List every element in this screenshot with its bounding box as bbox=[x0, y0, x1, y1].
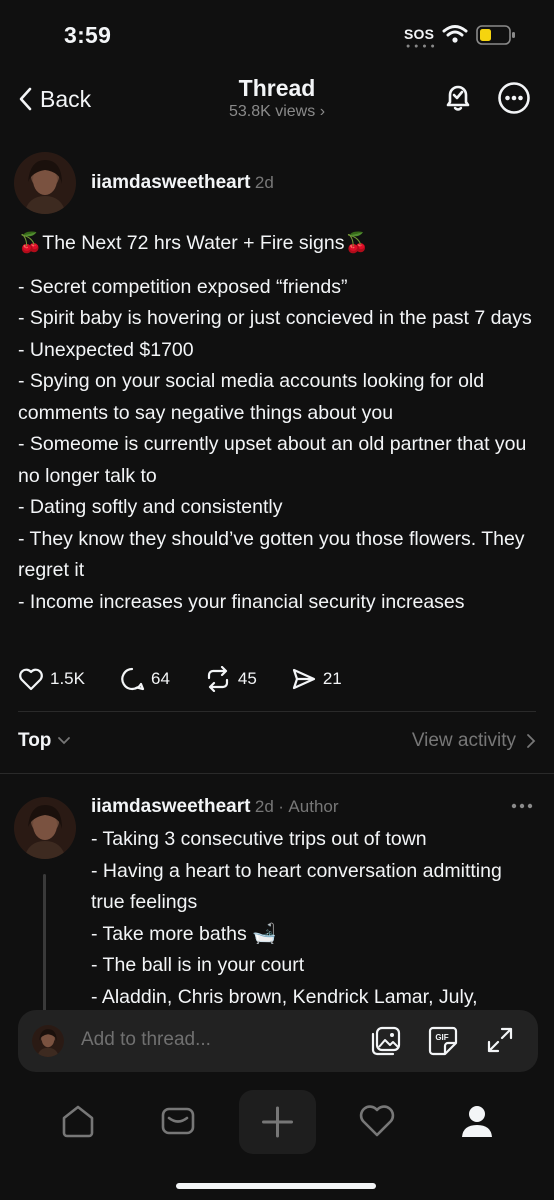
activity-tab-icon[interactable] bbox=[357, 1101, 397, 1141]
divider bbox=[0, 773, 554, 774]
repost-count: 45 bbox=[237, 669, 257, 688]
views-label: 53.8K views bbox=[228, 103, 316, 120]
gif-label: GIF bbox=[435, 1033, 448, 1042]
reply-line: - The ball is in your court bbox=[91, 954, 305, 976]
reply-more-icon[interactable] bbox=[510, 800, 534, 812]
like-count: 1.5K bbox=[50, 669, 85, 688]
post-time: 2d bbox=[254, 173, 274, 192]
image-attach-button[interactable] bbox=[370, 1025, 402, 1057]
author-badge: Author bbox=[288, 797, 339, 816]
post-line: - Spirit baby is hovering or just concie… bbox=[18, 307, 532, 329]
new-thread-button[interactable] bbox=[239, 1090, 316, 1154]
avatar[interactable] bbox=[14, 152, 76, 214]
username[interactable]: iiamdasweetheart bbox=[91, 172, 250, 193]
sort-dropdown[interactable]: Top bbox=[18, 730, 71, 752]
reply-line: - Having a heart to heart conversation a… bbox=[91, 859, 502, 914]
chevron-right-icon: › bbox=[319, 103, 326, 120]
reply-username[interactable]: iiamdasweetheart bbox=[91, 796, 250, 817]
chevron-down-icon bbox=[58, 737, 71, 745]
avatar-photo bbox=[37, 1029, 59, 1057]
wifi-icon bbox=[442, 25, 468, 43]
post-line: - Income increases your financial securi… bbox=[18, 590, 465, 613]
thread-line bbox=[43, 874, 46, 1014]
reply-body: - Taking 3 consecutive trips out of town… bbox=[91, 824, 536, 1013]
battery-icon bbox=[476, 25, 515, 45]
post-line: - Someome is currently upset about an ol… bbox=[18, 433, 527, 487]
post-line: - Secret competition exposed “friends” bbox=[18, 275, 348, 298]
heart-icon bbox=[19, 668, 43, 691]
share-button[interactable]: 21 bbox=[291, 667, 342, 691]
home-indicator bbox=[176, 1183, 376, 1189]
reply-line: - Aladdin, Chris brown, Kendrick Lamar, … bbox=[91, 985, 478, 1008]
gif-sticker-icon: GIF bbox=[428, 1026, 458, 1056]
notification-bell-button[interactable] bbox=[441, 80, 475, 114]
separator-dot: · bbox=[278, 797, 284, 816]
signal-dots: ● ● ● ● bbox=[406, 43, 436, 50]
post-body: 🍒The Next 72 hrs Water + Fire signs🍒 - S… bbox=[18, 228, 538, 618]
share-count: 21 bbox=[322, 669, 342, 688]
search-tab-icon[interactable] bbox=[158, 1101, 198, 1141]
avatar-photo bbox=[24, 805, 66, 859]
status-time: 3:59 bbox=[64, 22, 112, 48]
comment-icon bbox=[121, 667, 145, 691]
send-icon bbox=[292, 668, 315, 690]
sort-row: Top View activity bbox=[18, 730, 536, 752]
sort-label: Top bbox=[18, 730, 52, 751]
reply-avatar[interactable] bbox=[14, 797, 76, 859]
repost-button[interactable]: 45 bbox=[204, 666, 257, 692]
reply-line: - Take more baths 🛁 bbox=[91, 922, 277, 945]
expand-icon[interactable] bbox=[486, 1026, 514, 1054]
reply-count: 64 bbox=[150, 669, 170, 688]
home-tab-icon[interactable] bbox=[58, 1101, 98, 1141]
divider bbox=[18, 711, 536, 712]
more-options-button[interactable] bbox=[497, 81, 531, 115]
post-line: - Dating softly and consistently bbox=[18, 496, 283, 518]
post-line: - Unexpected $1700 bbox=[18, 338, 194, 361]
post-author[interactable]: iiamdasweetheart 2d bbox=[91, 172, 274, 194]
gif-button[interactable]: GIF bbox=[427, 1025, 459, 1057]
repost-icon bbox=[207, 666, 229, 692]
reply-line: - Taking 3 consecutive trips out of town bbox=[91, 828, 427, 850]
post-line: - Spying on your social media accounts l… bbox=[18, 370, 485, 424]
composer-input[interactable]: Add to thread... bbox=[81, 1029, 211, 1051]
post-actions: 1.5K 64 45 21 bbox=[18, 664, 376, 694]
plus-icon bbox=[262, 1106, 293, 1138]
sos-indicator: SOS bbox=[404, 26, 435, 42]
profile-tab-icon[interactable] bbox=[457, 1101, 497, 1141]
chevron-right-icon bbox=[527, 734, 536, 748]
like-button[interactable]: 1.5K bbox=[18, 667, 85, 691]
reply-header: iiamdasweetheart 2d · Author bbox=[91, 796, 339, 818]
avatar-photo bbox=[24, 160, 66, 214]
composer-avatar bbox=[32, 1025, 64, 1057]
view-activity-label: View activity bbox=[411, 730, 516, 751]
view-activity-link[interactable]: View activity bbox=[412, 730, 536, 752]
composer-bar: Add to thread... GIF bbox=[18, 1010, 538, 1072]
post-line: - They know they should’ve gotten you th… bbox=[18, 527, 525, 582]
reply-time: 2d bbox=[254, 797, 274, 816]
reply-button[interactable]: 64 bbox=[119, 666, 170, 692]
post-line: 🍒The Next 72 hrs Water + Fire signs🍒 bbox=[18, 232, 369, 254]
